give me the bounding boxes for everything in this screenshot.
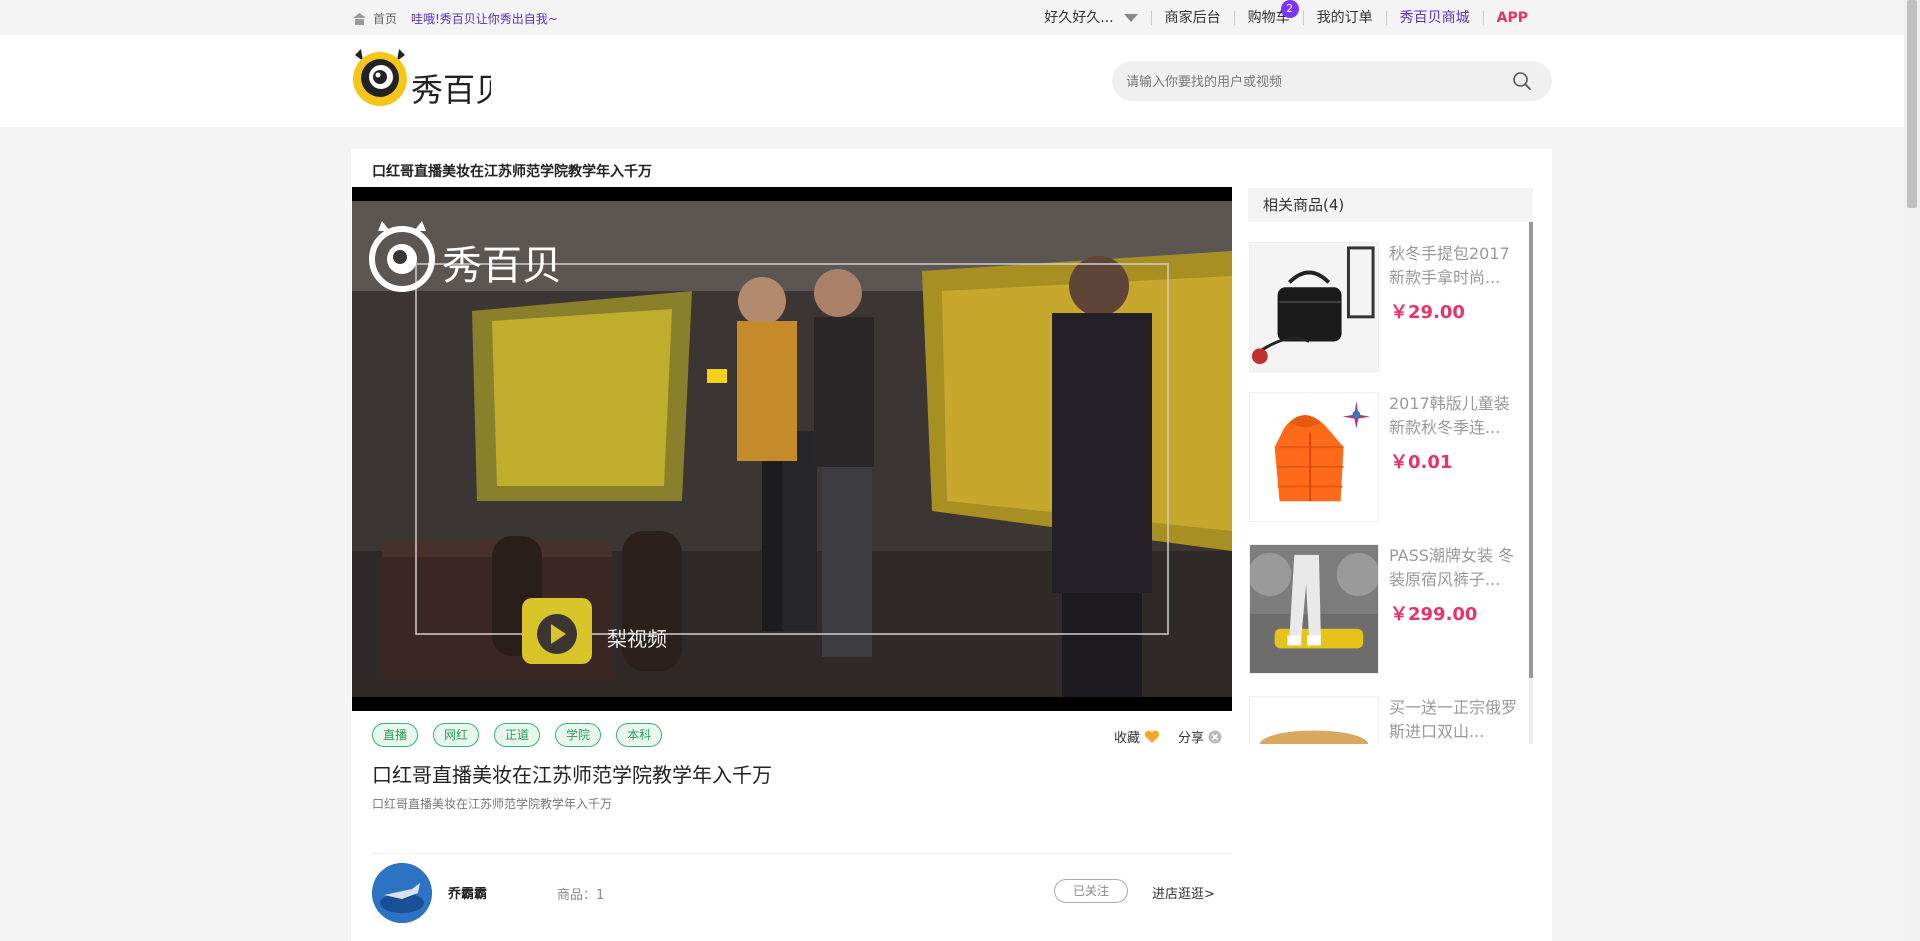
tag-list: 直播 网红 正道 学院 本科 <box>372 723 677 747</box>
avatar[interactable] <box>372 863 432 923</box>
search-box <box>1112 61 1552 101</box>
video-player[interactable]: 秀百贝 梨视频 <box>352 187 1232 711</box>
home-icon <box>353 13 366 25</box>
product-image <box>1249 242 1379 372</box>
product-item[interactable]: 2017韩版儿童装新款秋冬季连... ￥0.01 <box>1249 392 1519 524</box>
product-name: PASS潮牌女装 冬装原宿风裤子... <box>1389 546 1514 589</box>
related-scroll-thumb[interactable] <box>1529 222 1533 678</box>
tag-item[interactable]: 正道 <box>494 723 541 747</box>
slogan-link[interactable]: 哇哦!秀百贝让你秀出自我~ <box>411 10 558 27</box>
cart-link[interactable]: 购物车 2 <box>1233 0 1303 25</box>
product-name: 秋冬手提包2017新款手拿时尚... <box>1389 244 1510 287</box>
top-nav: 好久好久... 商家后台 购物车 2 我的订单 秀百贝商城 APP <box>1031 0 1541 35</box>
top-bar: 首页 哇哦!秀百贝让你秀出自我~ 好久好久... 商家后台 购物车 2 我的订单… <box>0 0 1904 35</box>
home-link[interactable]: 首页 <box>352 10 397 27</box>
related-scrollbar[interactable] <box>1529 222 1533 744</box>
home-label: 首页 <box>373 12 398 26</box>
related-list: 秋冬手提包2017新款手拿时尚... ￥29.00 2017韩版儿童装新款秋冬季… <box>1248 222 1533 744</box>
video-title: 口红哥直播美妆在江苏师范学院教学年入千万 <box>372 763 772 787</box>
my-orders-link[interactable]: 我的订单 <box>1302 10 1386 25</box>
product-item[interactable]: 买一送一正宗俄罗斯进口双山... <box>1249 696 1519 744</box>
search-input[interactable] <box>1126 61 1486 101</box>
watermark-text: 秀百贝 <box>442 243 562 289</box>
product-price: ￥29.00 <box>1390 302 1465 323</box>
app-link[interactable]: APP <box>1482 10 1541 25</box>
product-price: ￥299.00 <box>1390 604 1478 625</box>
mall-link[interactable]: 秀百贝商城 <box>1385 10 1483 25</box>
product-image <box>1249 392 1379 522</box>
product-name: 2017韩版儿童装新款秋冬季连... <box>1389 394 1510 437</box>
author-name[interactable]: 乔霸霸 <box>448 883 487 902</box>
source-label: 梨视频 <box>607 627 667 651</box>
site-logo[interactable]: 秀百贝 <box>351 47 491 107</box>
collect-button[interactable]: 收藏 <box>1114 727 1160 746</box>
product-item[interactable]: PASS潮牌女装 冬装原宿风裤子... ￥299.00 <box>1249 544 1519 676</box>
share-label: 分享 <box>1178 731 1205 746</box>
divider <box>372 853 1232 854</box>
video-frame: 秀百贝 梨视频 <box>352 201 1232 697</box>
share-button[interactable]: 分享 <box>1178 727 1222 746</box>
tag-item[interactable]: 学院 <box>555 723 602 747</box>
product-item[interactable]: 秋冬手提包2017新款手拿时尚... ￥29.00 <box>1249 242 1519 374</box>
follow-button[interactable]: 已关注 <box>1054 879 1128 903</box>
content-card: 口红哥直播美妆在江苏师范学院教学年入千万 秀百贝 梨视频 直播 网红 正道 学院… <box>351 149 1552 941</box>
search-icon[interactable] <box>1512 71 1532 91</box>
page-scroll-thumb[interactable] <box>1907 0 1917 208</box>
page-scrollbar[interactable] <box>1904 0 1920 941</box>
product-image <box>1249 544 1379 674</box>
product-name: 买一送一正宗俄罗斯进口双山... <box>1389 698 1518 741</box>
user-name: 好久好久... <box>1044 9 1114 26</box>
user-menu[interactable]: 好久好久... <box>1031 11 1150 25</box>
tag-item[interactable]: 本科 <box>616 723 663 747</box>
tag-item[interactable]: 网红 <box>433 723 480 747</box>
header: 秀百贝 <box>0 35 1904 127</box>
cart-count-badge: 2 <box>1280 0 1299 18</box>
video-actions: 收藏 分享 <box>1114 727 1240 746</box>
heart-icon <box>1144 730 1160 743</box>
collect-label: 收藏 <box>1114 731 1141 746</box>
product-image <box>1249 696 1379 744</box>
related-products: 相关商品(4) 秋冬手提包2017新款手拿时尚... ￥29.00 2017韩版… <box>1248 188 1533 748</box>
goods-count: 商品：1 <box>557 888 605 903</box>
page-title: 口红哥直播美妆在江苏师范学院教学年入千万 <box>372 164 652 180</box>
chevron-down-icon <box>1123 13 1138 22</box>
merchant-backend-link[interactable]: 商家后台 <box>1150 10 1234 25</box>
tag-item[interactable]: 直播 <box>372 723 419 747</box>
video-description: 口红哥直播美妆在江苏师范学院教学年入千万 <box>372 797 613 811</box>
share-icon <box>1208 730 1222 743</box>
product-price: ￥0.01 <box>1390 452 1453 473</box>
visit-shop-link[interactable]: 进店逛逛> <box>1152 883 1215 902</box>
logo-text: 秀百贝 <box>411 71 491 107</box>
related-title: 相关商品(4) <box>1248 188 1533 222</box>
